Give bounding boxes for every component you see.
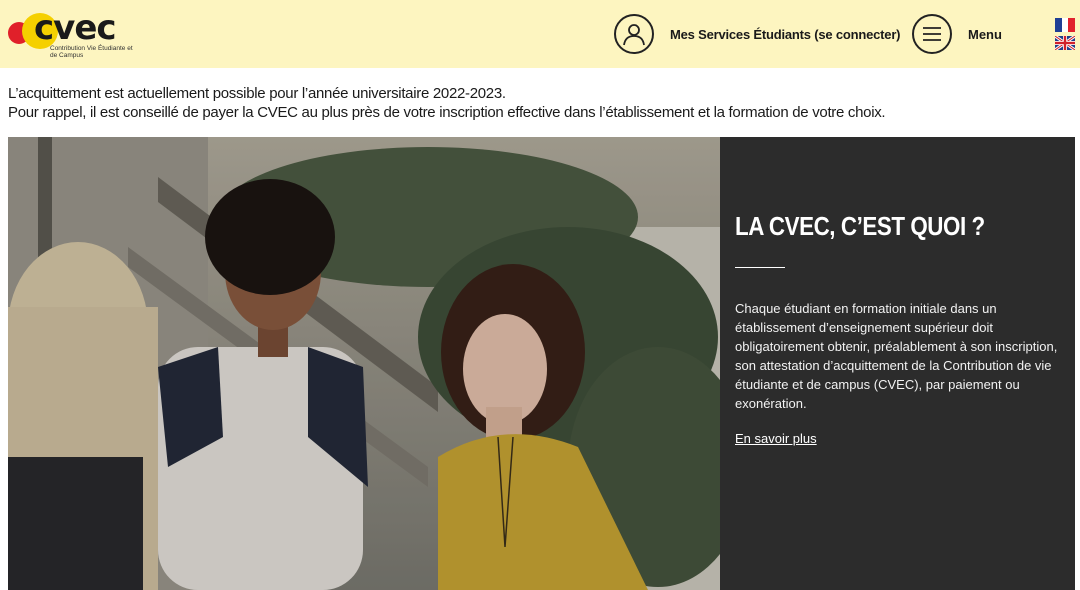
user-icon <box>614 14 654 54</box>
academic-year-notice: L’acquittement est actuellement possible… <box>8 84 1068 122</box>
uk-flag-icon[interactable] <box>1055 36 1075 50</box>
menu-label: Menu <box>968 26 1002 42</box>
panel-description: Chaque étudiant en formation initiale da… <box>735 301 1058 411</box>
title-divider <box>735 267 785 268</box>
students-photo <box>8 137 720 590</box>
menu-button[interactable]: Menu <box>912 12 1002 56</box>
student-services-label: Mes Services Étudiants (se connecter) <box>670 26 901 42</box>
learn-more-link[interactable]: En savoir plus <box>735 431 817 446</box>
logo-wordmark: cvec <box>34 8 117 48</box>
cvec-logo[interactable]: cvec Contribution Vie Étudiante et de Ca… <box>8 8 133 59</box>
hero-section: LA CVEC, C’EST QUOI ? Chaque étudiant en… <box>8 137 1075 590</box>
french-flag-icon[interactable] <box>1055 18 1075 32</box>
student-services-login-button[interactable]: Mes Services Étudiants (se connecter) <box>614 12 901 56</box>
logo-subtitle: Contribution Vie Étudiante et de Campus <box>50 45 133 59</box>
site-header: cvec Contribution Vie Étudiante et de Ca… <box>0 0 1080 68</box>
what-is-cvec-panel: LA CVEC, C’EST QUOI ? Chaque étudiant en… <box>720 137 1075 590</box>
notice-line-2: Pour rappel, il est conseillé de payer l… <box>8 104 886 121</box>
panel-title: LA CVEC, C’EST QUOI ? <box>735 211 985 241</box>
hamburger-menu-icon <box>912 14 952 54</box>
notice-line-1: L’acquittement est actuellement possible… <box>8 85 506 102</box>
language-switcher <box>1055 18 1077 54</box>
